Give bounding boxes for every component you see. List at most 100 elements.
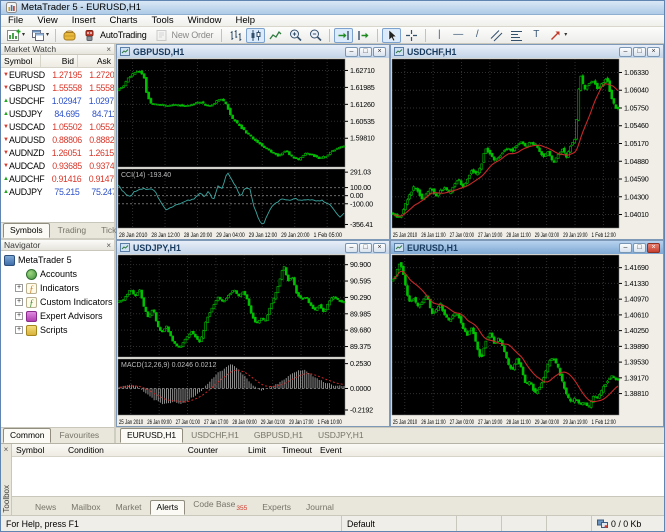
navigator-item-accounts[interactable]: Accounts <box>1 267 114 281</box>
market-watch-row-usdchf[interactable]: ▲USDCHF1.029471.02971 <box>1 94 114 107</box>
trendline-tool[interactable]: / <box>468 28 486 43</box>
cursor-button[interactable] <box>382 27 402 43</box>
market-watch-row-eurusd[interactable]: ▼EURUSD1.271951.27207 <box>1 68 114 81</box>
chart-shift-button[interactable] <box>354 28 373 43</box>
column-counter[interactable]: Counter <box>160 444 222 456</box>
expand-icon[interactable]: + <box>15 298 23 306</box>
column-symbol[interactable]: Symbol <box>12 444 64 456</box>
fibonacci-tool[interactable] <box>507 28 526 43</box>
dropdown-icon[interactable]: ▾ <box>22 32 25 38</box>
toolbox-tab-experts[interactable]: Experts <box>255 500 298 515</box>
market-watch-row-audnzd[interactable]: ▼AUDNZD1.260511.26151 <box>1 146 114 159</box>
market-watch-row-usdcad[interactable]: ▼USDCAD1.055021.05528 <box>1 120 114 133</box>
horizontal-line-tool[interactable]: — <box>449 28 467 43</box>
channel-tool[interactable] <box>487 28 506 43</box>
minimize-button[interactable]: – <box>619 46 632 57</box>
profiles-button[interactable]: ▾ <box>28 28 51 43</box>
zoom-out-button[interactable] <box>306 28 325 43</box>
new-chart-button[interactable]: ▾ <box>4 28 27 43</box>
menu-file[interactable]: File <box>1 15 30 26</box>
menu-tools[interactable]: Tools <box>144 15 180 26</box>
close-icon[interactable]: × <box>106 241 111 250</box>
close-button[interactable]: × <box>373 242 386 253</box>
toolbox-tab-code-base[interactable]: Code Base355 <box>186 497 254 515</box>
metaeditor-button[interactable] <box>60 28 79 43</box>
vertical-line-tool[interactable]: | <box>430 28 448 43</box>
tab-common[interactable]: Common <box>3 428 52 443</box>
toolbox-tab-market[interactable]: Market <box>109 500 149 515</box>
tab-favourites[interactable]: Favourites <box>52 428 106 443</box>
column-event[interactable]: Event <box>316 444 396 456</box>
expand-icon[interactable]: + <box>15 326 23 334</box>
navigator-item-scripts[interactable]: + Scripts <box>1 323 114 337</box>
chart-canvas-usdchf[interactable]: 1.06330 1.06040 1.05750 1.05460 1.05170 1.048… <box>391 58 663 239</box>
menu-view[interactable]: View <box>30 15 64 26</box>
navigator-item-metatrader-5[interactable]: MetaTrader 5 <box>1 253 114 267</box>
tab-symbols[interactable]: Symbols <box>3 223 50 238</box>
market-watch-row-gbpusd[interactable]: ▼GBPUSD1.555581.55581 <box>1 81 114 94</box>
chart-tab-gbpusd-h1[interactable]: GBPUSD,H1 <box>247 428 310 443</box>
restore-button[interactable]: □ <box>359 242 372 253</box>
close-button[interactable]: × <box>647 46 660 57</box>
market-watch-row-audchf[interactable]: ▲AUDCHF0.914160.91478 <box>1 172 114 185</box>
status-profile[interactable]: Default <box>342 516 457 531</box>
tab-trading[interactable]: Trading <box>51 223 94 238</box>
chart-canvas-gbpusd[interactable]: 1.62710 1.61985 1.61260 1.60535 1.59810 28 Ja… <box>117 58 389 239</box>
arrows-tool[interactable]: ▾ <box>546 28 569 43</box>
column-ask[interactable]: Ask <box>77 55 114 67</box>
chart-tab-usdchf-h1[interactable]: USDCHF,H1 <box>184 428 246 443</box>
expand-icon[interactable]: + <box>15 284 23 292</box>
chart-canvas-usdjpy[interactable]: 90.900 90.595 90.290 89.985 89.680 89.375 25 J… <box>117 254 389 426</box>
close-button[interactable]: × <box>647 242 660 253</box>
market-watch-row-audjpy[interactable]: ▲ AUDJPY 75.215 75.247 <box>1 185 114 198</box>
toolbox-tab-alerts[interactable]: Alerts <box>149 500 186 515</box>
bars-chart-button[interactable] <box>226 28 245 43</box>
close-icon[interactable]: × <box>4 444 9 455</box>
restore-button[interactable]: □ <box>359 46 372 57</box>
menu-window[interactable]: Window <box>181 15 229 26</box>
dropdown-icon[interactable]: ▾ <box>564 32 567 38</box>
menu-charts[interactable]: Charts <box>103 15 145 26</box>
minimize-button[interactable]: – <box>619 242 632 253</box>
restore-button[interactable]: □ <box>633 242 646 253</box>
column-timeout[interactable]: Timeout <box>270 444 316 456</box>
titlebar[interactable]: MetaTrader 5 - EURUSD,H1 <box>1 1 664 15</box>
menu-help[interactable]: Help <box>228 15 262 26</box>
close-icon[interactable]: × <box>106 45 111 54</box>
navigator-item-custom-indicators[interactable]: + ƒ Custom Indicators <box>1 295 114 309</box>
alerts-empty-body[interactable] <box>12 457 664 497</box>
auto-scroll-button[interactable] <box>334 27 354 43</box>
expand-icon[interactable]: + <box>15 312 23 320</box>
column-limit[interactable]: Limit <box>222 444 270 456</box>
column-bid[interactable]: Bid <box>40 55 77 67</box>
chart-canvas-eurusd[interactable]: 1.41690 1.41330 1.40970 1.40610 1.40250 1.398… <box>391 254 663 426</box>
restore-button[interactable]: □ <box>633 46 646 57</box>
toolbox-tab-mailbox[interactable]: Mailbox <box>64 500 107 515</box>
text-tool[interactable]: T <box>527 28 545 43</box>
chart-tab-usdjpy-h1[interactable]: USDJPY,H1 <box>311 428 371 443</box>
navigator-item-expert-advisors[interactable]: + Expert Advisors <box>1 309 114 323</box>
chart-window-titlebar[interactable]: USDJPY,H1 – □ × <box>117 241 389 254</box>
minimize-button[interactable]: – <box>345 46 358 57</box>
chart-window-titlebar[interactable]: GBPUSD,H1 – □ × <box>117 45 389 58</box>
chart-tab-eurusd-h1[interactable]: EURUSD,H1 <box>120 428 184 443</box>
line-chart-button[interactable] <box>266 28 285 43</box>
market-watch-row-usdjpy[interactable]: ▲USDJPY84.69584.711 <box>1 107 114 120</box>
autotrading-button[interactable]: AutoTrading <box>80 28 151 43</box>
chart-window-titlebar[interactable]: EURUSD,H1 – □ × <box>391 241 663 254</box>
chart-window-titlebar[interactable]: USDCHF,H1 – □ × <box>391 45 663 58</box>
zoom-in-button[interactable] <box>286 28 305 43</box>
candles-chart-button[interactable] <box>246 27 266 43</box>
dropdown-icon[interactable]: ▾ <box>46 32 49 38</box>
crosshair-button[interactable] <box>402 28 421 43</box>
market-watch-row-audusd[interactable]: ▼AUDUSD0.888060.88826 <box>1 133 114 146</box>
market-watch-row-audcad[interactable]: ▼AUDCAD0.936850.93747 <box>1 159 114 172</box>
close-button[interactable]: × <box>373 46 386 57</box>
column-symbol[interactable]: Symbol <box>1 55 40 67</box>
navigator-item-indicators[interactable]: + ƒ Indicators <box>1 281 114 295</box>
new-order-button[interactable]: New Order <box>152 28 218 43</box>
toolbox-tab-news[interactable]: News <box>28 500 63 515</box>
menu-insert[interactable]: Insert <box>65 15 103 26</box>
minimize-button[interactable]: – <box>345 242 358 253</box>
column-condition[interactable]: Condition <box>64 444 160 456</box>
